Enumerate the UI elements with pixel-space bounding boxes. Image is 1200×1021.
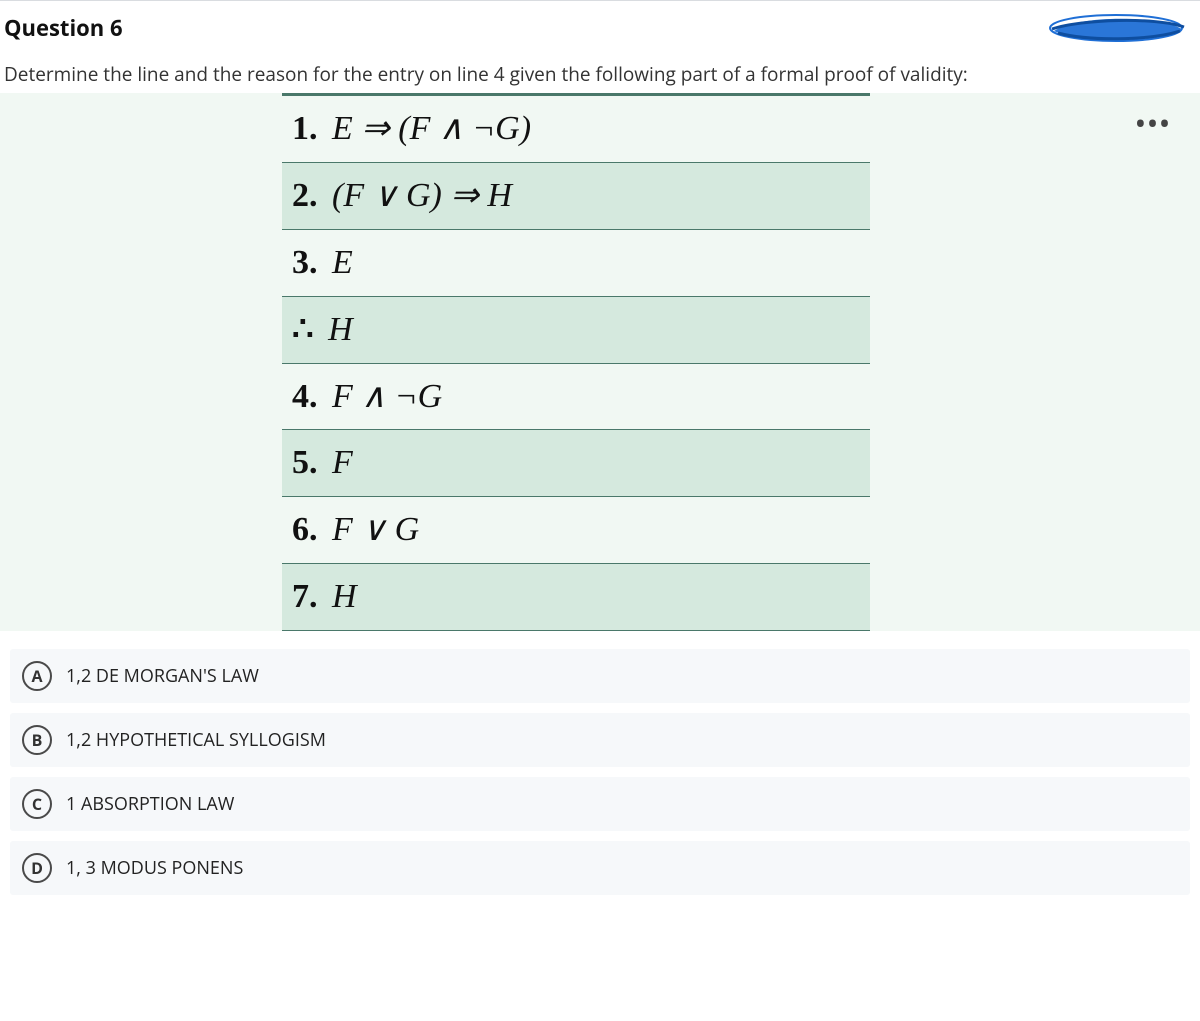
therefore-symbol: ∴: [292, 311, 314, 348]
proof-line: 6. F ∨ G: [282, 497, 870, 564]
proof-line-expr: (F ∨ G) ⇒ H: [332, 177, 512, 214]
proof-line-expr: E ⇒ (F ∧ ¬G): [332, 110, 531, 147]
answer-option-a[interactable]: A 1,2 DE MORGAN'S LAW: [10, 649, 1190, 703]
proof-line: 2. (F ∨ G) ⇒ H: [282, 163, 870, 230]
proof-line-expr: H: [328, 311, 353, 348]
proof-line-number: 1.: [292, 110, 318, 147]
option-text: 1, 3 MODUS PONENS: [66, 856, 243, 880]
proof-line-expr: F: [332, 444, 353, 481]
proof-line-expr: F ∨ G: [332, 511, 419, 548]
proof-line: 7. H: [282, 564, 870, 631]
proof-line: 1. E ⇒ (F ∧ ¬G): [282, 96, 870, 163]
proof-line-number: 4.: [292, 378, 318, 415]
answer-option-b[interactable]: B 1,2 HYPOTHETICAL SYLLOGISM: [10, 713, 1190, 767]
option-marker: C: [22, 789, 52, 819]
option-text: 1,2 DE MORGAN'S LAW: [66, 664, 259, 688]
option-marker: D: [22, 853, 52, 883]
proof-line-number: 6.: [292, 511, 318, 548]
answer-option-d[interactable]: D 1, 3 MODUS PONENS: [10, 841, 1190, 895]
option-marker: B: [22, 725, 52, 755]
proof-line-number: 7.: [292, 578, 318, 615]
proof-table: 1. E ⇒ (F ∧ ¬G) 2. (F ∨ G) ⇒ H 3. E ∴ H …: [282, 93, 870, 631]
question-prompt: Determine the line and the reason for th…: [0, 55, 1200, 93]
proof-line: ∴ H: [282, 297, 870, 364]
question-number: Question 6: [4, 13, 123, 43]
answer-options: A 1,2 DE MORGAN'S LAW B 1,2 HYPOTHETICAL…: [0, 631, 1200, 911]
proof-line: 4. F ∧ ¬G: [282, 364, 870, 431]
more-options-icon[interactable]: •••: [1136, 107, 1172, 140]
proof-line: 3. E: [282, 230, 870, 297]
proof-line-number: 5.: [292, 444, 318, 481]
proof-line-expr: H: [332, 578, 357, 615]
option-text: 1 ABSORPTION LAW: [66, 792, 234, 816]
redaction-scribble: [1048, 11, 1188, 45]
proof-line-expr: F ∧ ¬G: [332, 378, 442, 415]
proof-line-number: 2.: [292, 177, 318, 214]
option-marker: A: [22, 661, 52, 691]
option-text: 1,2 HYPOTHETICAL SYLLOGISM: [66, 728, 326, 752]
proof-image-area: ••• 1. E ⇒ (F ∧ ¬G) 2. (F ∨ G) ⇒ H 3. E …: [0, 93, 1200, 631]
question-header: Question 6: [0, 1, 1200, 55]
proof-line-expr: E: [332, 244, 353, 281]
answer-option-c[interactable]: C 1 ABSORPTION LAW: [10, 777, 1190, 831]
proof-line: 5. F: [282, 430, 870, 497]
proof-line-number: 3.: [292, 244, 318, 281]
